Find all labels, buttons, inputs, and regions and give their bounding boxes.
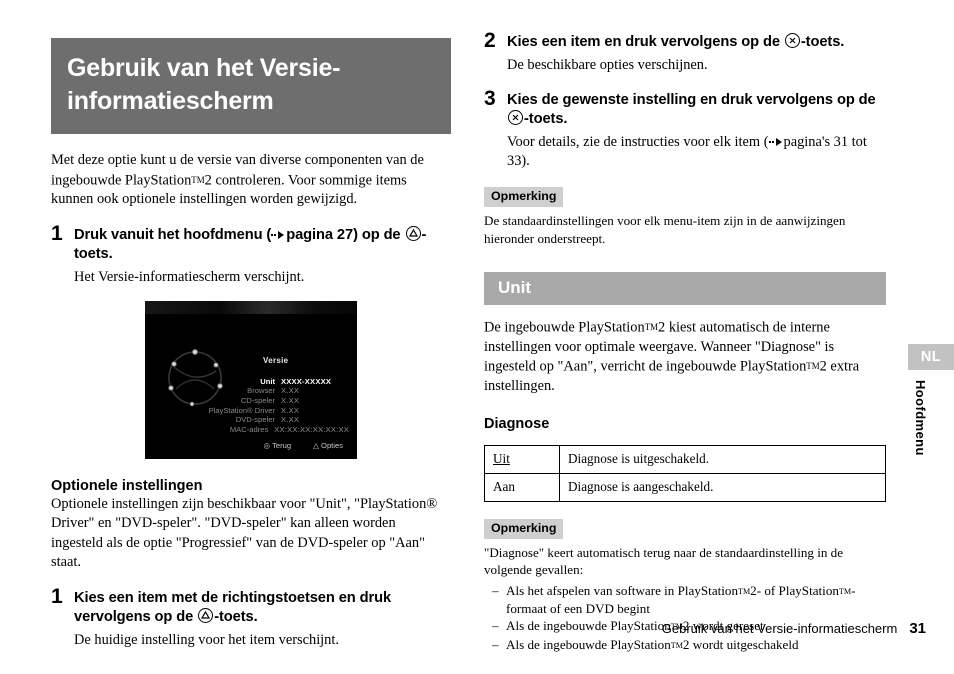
left-column: Gebruik van het Versie- informatiescherm… [51, 38, 451, 650]
diagnose-settings-table: Uit Diagnose is uitgeschakeld. Aan Diagn… [484, 444, 886, 502]
trademark-mark: TM [806, 361, 820, 372]
list-item-text-b: 2 wordt uitgeschakeld [682, 636, 799, 652]
screenshot-title: Versie [263, 355, 289, 365]
step-3-right: 3 Kies de gewenste instelling en druk ve… [484, 87, 886, 171]
list-dash: – [492, 636, 499, 652]
default-setting-value: Uit [493, 450, 510, 466]
screenshot-row-label: MAC-adres [229, 424, 269, 434]
table-cell-description: Diagnose is uitgeschakeld. [559, 444, 886, 474]
screenshot-row-value: X.XX [281, 415, 300, 425]
screenshot-back-hint: ◎ Terug [263, 440, 292, 450]
list-item-text-b: 2- of PlayStation [750, 582, 839, 598]
step-title-text-after: -toets. [800, 34, 845, 50]
page-footer: Gebruik van het Versie-informatiescherm 3… [0, 620, 926, 637]
unit-section-bar: Unit [484, 272, 886, 305]
language-tab-nl: NL [908, 344, 954, 370]
screenshot-options-hint: △ Opties [313, 440, 343, 450]
table-cell-description: Diagnose is aangeschakeld. [559, 472, 886, 502]
step-2-right: 2 Kies een item en druk vervolgens op de… [484, 29, 886, 75]
step-title: Kies de gewenste instelling en druk verv… [507, 91, 886, 129]
diagnose-sub-heading: Diagnose [484, 415, 550, 432]
screenshot-row-label: CD-speler [240, 396, 275, 406]
table-cell-key: Aan [484, 472, 560, 502]
list-dash: – [492, 582, 499, 598]
screenshot-options-label: Opties [321, 440, 343, 450]
step-1-left: 1 Druk vanuit het hoofdmenu ( pagina 27) … [51, 221, 451, 287]
screenshot-row: Unit XXXX-XXXXX [157, 377, 349, 387]
screenshot-row-label: DVD-speler [235, 415, 275, 425]
note-body: "Diagnose" keert automatisch terug naar … [484, 544, 844, 578]
chapter-title-bar: Gebruik van het Versie- informatiescherm [51, 38, 451, 134]
screenshot-row: CD-speler X.XX [157, 396, 349, 406]
chapter-title-line-1: Gebruik van het Versie- [67, 54, 341, 82]
trademark-mark: TM [644, 322, 659, 332]
note-body: De standaardinstellingen voor elk menu-i… [484, 213, 846, 246]
screenshot-top-sheen [145, 300, 357, 314]
note-badge: Opmerking [484, 187, 564, 207]
step-body-text-before: Voor details, zie de instructies voor el… [507, 134, 769, 150]
list-item: – Als de ingebouwde PlayStationTM2 wordt … [484, 636, 886, 654]
trademark-mark: TM [838, 586, 852, 596]
trademark-mark: TM [670, 640, 683, 650]
optional-settings-paragraph: Optionele instellingen zijn beschikbaar … [51, 495, 438, 571]
list-item: – Als het afspelen van software in PlaySt… [484, 582, 886, 618]
section-thumb-label: Hoofdmenu [913, 380, 928, 456]
see-reference-arrow-icon [271, 227, 285, 239]
unit-text-1: De ingebouwde PlayStation [484, 319, 645, 336]
step-title-reference: pagina 27) op de [286, 226, 405, 243]
screenshot-row-value: X.XX [281, 386, 300, 396]
step-body: Het Versie-informatiescherm verschijnt. [74, 268, 305, 285]
note-block-top: Opmerking De standaardinstellingen voor … [484, 187, 886, 247]
step-title-text-before: Kies de gewenste instelling en druk verv… [507, 92, 876, 108]
trademark-mark: TM [738, 586, 751, 596]
screenshot-row: Browser X.XX [157, 386, 349, 396]
note-badge: Opmerking [484, 518, 564, 539]
screenshot-row-value: X.XX [281, 396, 300, 406]
screenshot-row-label: Unit [260, 376, 275, 386]
step-body: De beschikbare opties verschijnen. [507, 57, 708, 73]
step-title: Druk vanuit het hoofdmenu ( pagina 27) op… [74, 225, 451, 264]
screenshot-row: DVD-speler X.XX [157, 415, 349, 425]
screenshot-version-table: Unit XXXX-XXXXX Browser X.XX CD-speler X… [157, 377, 349, 435]
unit-section-paragraph: De ingebouwde PlayStationTM2 kiest autom… [484, 318, 886, 397]
screenshot-row-label: Browser [247, 386, 275, 396]
list-item-text-a: Als het afspelen van software in PlaySta… [506, 582, 738, 598]
note-item-list: – Als het afspelen van software in PlaySt… [484, 582, 886, 654]
step-title-text-before: Druk vanuit het hoofdmenu ( [74, 226, 272, 243]
console-screenshot-wrapper: Versie Unit XXXX-XXXXX Browser X.XX CD-s… [145, 300, 451, 459]
screenshot-row-value: XXXX-XXXXX [281, 376, 332, 386]
screenshot-row: PlayStation® Driver X.XX [157, 406, 349, 416]
screenshot-row-label: PlayStation® Driver [208, 405, 275, 415]
step-number: 2 [484, 29, 496, 52]
optional-settings-heading: Optionele instellingen [51, 477, 203, 494]
step-number: 3 [484, 87, 496, 110]
chapter-title-line-2: informatiescherm [67, 87, 274, 115]
triangle-button-icon [405, 225, 421, 241]
table-row: Uit Diagnose is uitgeschakeld. [484, 444, 886, 474]
step-number: 1 [51, 221, 63, 245]
screenshot-back-label: Terug [272, 440, 292, 450]
trademark-mark: TM [191, 174, 205, 185]
screenshot-row-value: XX:XX:XX:XX:XX:XX [274, 424, 349, 434]
step-number: 1 [51, 584, 63, 608]
step-title: Kies een item en druk vervolgens op de -… [507, 33, 886, 52]
right-column: 2 Kies een item en druk vervolgens op de… [484, 29, 886, 654]
page-number: 31 [909, 620, 926, 637]
screenshot-footer-hints: ◎ Terug △ Opties [145, 441, 357, 450]
step-title-text-after: -toets. [524, 111, 568, 127]
table-row: Aan Diagnose is aangeschakeld. [484, 472, 886, 502]
intro-paragraph: Met deze optie kunt u de versie van dive… [51, 151, 451, 210]
cross-button-icon [784, 33, 800, 48]
see-reference-arrow-icon [768, 134, 783, 146]
manual-page: { "chapter": { "title_line1": "Gebruik v… [0, 0, 954, 674]
screenshot-row: MAC-adres XX:XX:XX:XX:XX:XX [157, 425, 349, 435]
step-body: Voor details, zie de instructies voor el… [507, 133, 886, 171]
cross-button-icon [508, 110, 523, 125]
console-screenshot: Versie Unit XXXX-XXXXX Browser X.XX CD-s… [145, 300, 357, 459]
list-item-text-a: Als de ingebouwde PlayStation [506, 636, 671, 652]
running-title: Gebruik van het Versie-informatiescherm [661, 621, 898, 636]
screenshot-row-value: X.XX [281, 405, 300, 415]
step-title-text-before: Kies een item en druk vervolgens op de [507, 34, 784, 50]
table-cell-key: Uit [484, 444, 560, 474]
